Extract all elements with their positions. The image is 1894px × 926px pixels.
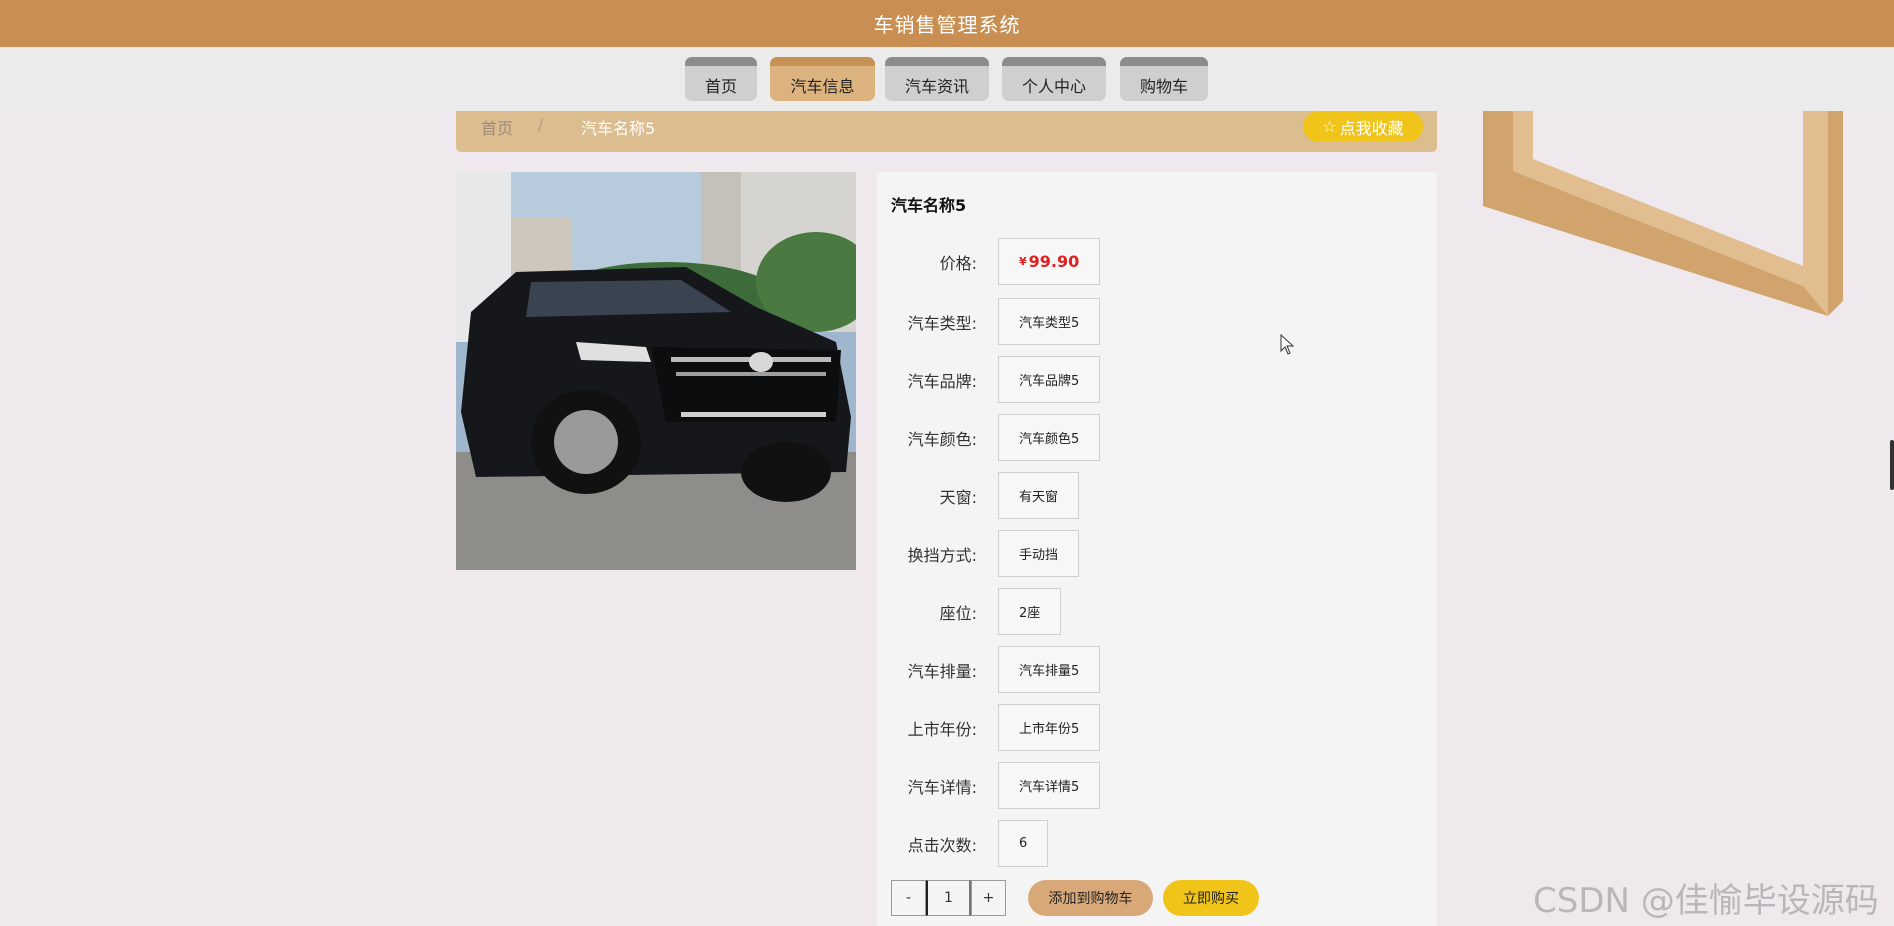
field-label: 汽车详情: — [907, 778, 977, 797]
star-icon: ☆ — [1322, 117, 1337, 136]
tab-car-info[interactable]: 汽车信息 — [770, 57, 875, 101]
field-label: 汽车颜色: — [907, 430, 977, 449]
product-name: 汽车名称5 — [891, 196, 967, 215]
tab-home[interactable]: 首页 — [685, 57, 757, 101]
field-label: 价格: — [939, 254, 977, 273]
breadcrumb: 首页 / 汽车名称5 ☆ 点我收藏 — [456, 111, 1437, 152]
top-header: 车销售管理系统 — [0, 0, 1894, 47]
field-value: 2座 — [998, 588, 1062, 635]
field-label: 上市年份: — [907, 720, 977, 739]
field-label: 点击次数: — [907, 836, 977, 855]
field-label: 换挡方式: — [907, 546, 977, 565]
mouse-cursor-icon — [1280, 334, 1295, 355]
field-label: 汽车品牌: — [907, 372, 977, 391]
tab-personal-center[interactable]: 个人中心 — [1002, 57, 1106, 101]
field-value: 汽车类型5 — [998, 298, 1101, 345]
field-label: 座位: — [939, 604, 977, 623]
favorite-button[interactable]: ☆ 点我收藏 — [1303, 111, 1423, 142]
quantity-stepper: - + — [891, 880, 1006, 916]
tab-car-news[interactable]: 汽车资讯 — [885, 57, 989, 101]
price-amount: 99.90 — [1028, 252, 1080, 271]
currency-symbol: ¥ — [1019, 255, 1027, 268]
field-value: 上市年份5 — [998, 704, 1101, 751]
field-value: 汽车颜色5 — [998, 414, 1101, 461]
quantity-input[interactable] — [926, 880, 971, 916]
price-value: ¥ 99.90 — [998, 238, 1101, 285]
breadcrumb-separator: / — [538, 115, 544, 134]
field-value: 汽车排量5 — [998, 646, 1101, 693]
quantity-minus-button[interactable]: - — [891, 880, 926, 916]
field-value: 6 — [998, 820, 1049, 867]
field-value: 有天窗 — [998, 472, 1080, 519]
breadcrumb-current: 汽车名称5 — [581, 119, 656, 138]
field-value: 汽车详情5 — [998, 762, 1101, 809]
buy-now-button[interactable]: 立即购买 — [1163, 880, 1259, 916]
site-title: 车销售管理系统 — [873, 13, 1021, 37]
tab-cart[interactable]: 购物车 — [1120, 57, 1208, 101]
favorite-label: 点我收藏 — [1339, 118, 1404, 138]
product-detail-panel: 汽车名称5 价格: ¥ 99.90 汽车类型: 汽车类型5 汽车品牌: 汽车品牌… — [877, 172, 1437, 926]
watermark: CSDN @佳愉毕设源码 — [1533, 881, 1879, 921]
field-label: 汽车排量: — [907, 662, 977, 681]
field-label: 汽车类型: — [907, 314, 977, 333]
car-photo — [456, 172, 856, 570]
main-nav: 首页 汽车信息 汽车资讯 个人中心 购物车 — [0, 47, 1894, 111]
add-to-cart-button[interactable]: 添加到购物车 — [1028, 880, 1153, 916]
decorative-frame — [1483, 111, 1843, 316]
field-value: 手动挡 — [998, 530, 1080, 577]
scrollbar-handle[interactable] — [1890, 440, 1894, 490]
quantity-plus-button[interactable]: + — [971, 880, 1006, 916]
field-value: 汽车品牌5 — [998, 356, 1101, 403]
breadcrumb-home-link[interactable]: 首页 — [481, 115, 513, 139]
field-label: 天窗: — [939, 488, 977, 507]
